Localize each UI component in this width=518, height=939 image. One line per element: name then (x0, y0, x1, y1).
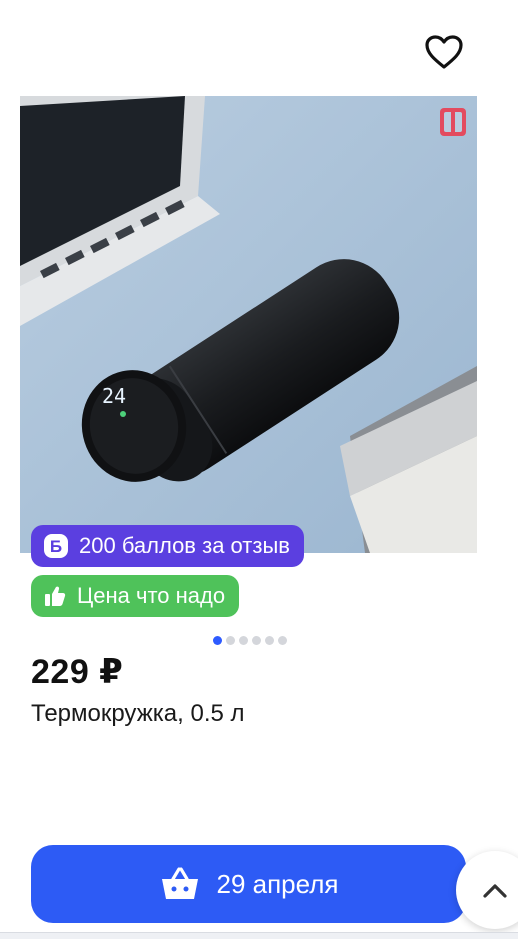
heart-icon (425, 35, 463, 69)
chevron-up-icon (483, 884, 507, 898)
carousel-dot[interactable] (278, 636, 287, 645)
price-badge: Цена что надо (31, 575, 240, 617)
product-title[interactable]: Термокружка, 0.5 л (31, 700, 245, 728)
carousel-dot[interactable] (252, 636, 261, 645)
points-badge: Б 200 баллов за отзыв (31, 525, 304, 567)
carousel-dot[interactable] (226, 636, 235, 645)
favorite-button[interactable] (420, 30, 468, 74)
thumbs-up-icon (43, 584, 67, 608)
carousel-dot-active[interactable] (213, 636, 222, 645)
basket-icon (159, 866, 201, 902)
carousel-indicator (213, 636, 287, 645)
scroll-top-button[interactable] (456, 851, 518, 929)
carousel-dot[interactable] (239, 636, 248, 645)
points-icon: Б (43, 533, 69, 559)
price-badge-label: Цена что надо (77, 583, 226, 608)
thermo-display: 24 (102, 384, 126, 408)
product-price: 229 ₽ (31, 653, 124, 691)
carousel-dot[interactable] (265, 636, 274, 645)
product-image[interactable]: 24 (20, 96, 477, 553)
svg-text:Б: Б (50, 537, 62, 556)
add-to-cart-button[interactable]: 29 апреля (31, 845, 466, 923)
delivery-date-label: 29 апреля (216, 868, 339, 899)
points-badge-label: 200 баллов за отзыв (79, 533, 290, 558)
